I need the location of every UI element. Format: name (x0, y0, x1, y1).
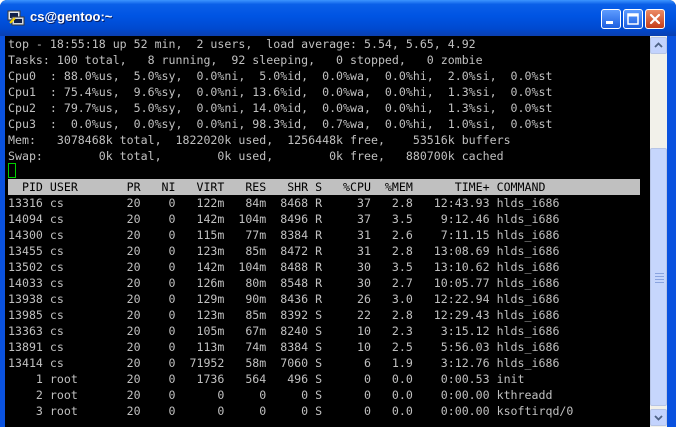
thumb-grip-line (655, 273, 664, 274)
process-row: 13414 cs 20 0 71952 58m 7060 S 6 1.9 3:1… (8, 356, 560, 370)
summary-cpu1-line: Cpu1 : 75.4%us, 9.6%sy, 0.0%ni, 13.6%id,… (8, 85, 553, 99)
summary-swap-line: Swap: 0k total, 0k used, 0k free, 880700… (8, 149, 504, 163)
putty-terminal-icon[interactable] (7, 9, 25, 27)
window-title: cs@gentoo:~ (30, 9, 113, 24)
thumb-grip-line (655, 279, 664, 280)
close-button[interactable] (645, 9, 665, 29)
thumb-grip-line (655, 276, 664, 277)
vertical-scrollbar[interactable] (650, 36, 667, 427)
process-row: 13891 cs 20 0 113m 74m 8384 S 10 2.5 5:5… (8, 340, 560, 354)
arrow-down-icon (654, 415, 663, 421)
thumb-grip-line (655, 282, 664, 283)
summary-cpu2-line: Cpu2 : 79.7%us, 5.0%sy, 0.0%ni, 14.0%id,… (8, 101, 553, 115)
close-icon (649, 13, 661, 25)
maximize-icon (627, 13, 639, 25)
minimize-icon (606, 21, 613, 24)
minimize-button[interactable] (601, 9, 621, 29)
window-frame-right (667, 36, 676, 427)
process-table-header: PID USER PR NI VIRT RES SHR S %CPU %MEM … (8, 179, 640, 195)
process-row: 13985 cs 20 0 123m 85m 8392 S 22 2.8 12:… (8, 308, 560, 322)
summary-tasks-line: Tasks: 100 total, 8 running, 92 sleeping… (8, 53, 483, 67)
terminal-screen[interactable]: top - 18:55:18 up 52 min, 2 users, load … (5, 36, 650, 427)
summary-cpu0-line: Cpu0 : 88.0%us, 5.0%sy, 0.0%ni, 5.0%id, … (8, 69, 553, 83)
process-row: 1 root 20 0 1736 564 496 S 0 0.0 0:00.53… (8, 372, 525, 386)
summary-mem-line: Mem: 3078468k total, 1822020k used, 1256… (8, 133, 511, 147)
scroll-down-button[interactable] (650, 409, 667, 426)
process-row: 14094 cs 20 0 142m 104m 8496 R 37 3.5 9:… (8, 212, 560, 226)
summary-cpu3-line: Cpu3 : 0.0%us, 0.0%sy, 0.0%ni, 98.3%id, … (8, 117, 553, 131)
terminal-cursor (8, 163, 16, 178)
arrow-up-icon (654, 42, 663, 48)
process-row: 2 root 20 0 0 0 0 S 0 0.0 0:00.00 kthrea… (8, 388, 553, 402)
summary-uptime-line: top - 18:55:18 up 52 min, 2 users, load … (8, 37, 476, 51)
terminal-window: cs@gentoo:~ top - 18:55:18 up 52 min, 2 … (0, 0, 676, 427)
process-row: 13363 cs 20 0 105m 67m 8240 S 10 2.3 3:1… (8, 324, 560, 338)
title-bar[interactable]: cs@gentoo:~ (0, 0, 676, 36)
scrollbar-thumb[interactable] (650, 148, 667, 406)
process-table-header-text: PID USER PR NI VIRT RES SHR S %CPU %MEM … (8, 180, 546, 194)
process-row: 13938 cs 20 0 129m 90m 8436 R 26 3.0 12:… (8, 292, 560, 306)
process-row: 3 root 20 0 0 0 0 S 0 0.0 0:00.00 ksofti… (8, 404, 574, 418)
maximize-button[interactable] (623, 9, 643, 29)
process-row: 13316 cs 20 0 122m 84m 8468 R 37 2.8 12:… (8, 196, 560, 210)
scroll-up-button[interactable] (650, 37, 667, 54)
process-row: 13455 cs 20 0 123m 85m 8472 R 31 2.8 13:… (8, 244, 560, 258)
process-row: 14300 cs 20 0 115m 77m 8384 R 31 2.6 7:1… (8, 228, 560, 242)
process-row: 13502 cs 20 0 142m 104m 8488 R 30 3.5 13… (8, 260, 560, 274)
process-row: 14033 cs 20 0 126m 80m 8548 R 30 2.7 10:… (8, 276, 560, 290)
